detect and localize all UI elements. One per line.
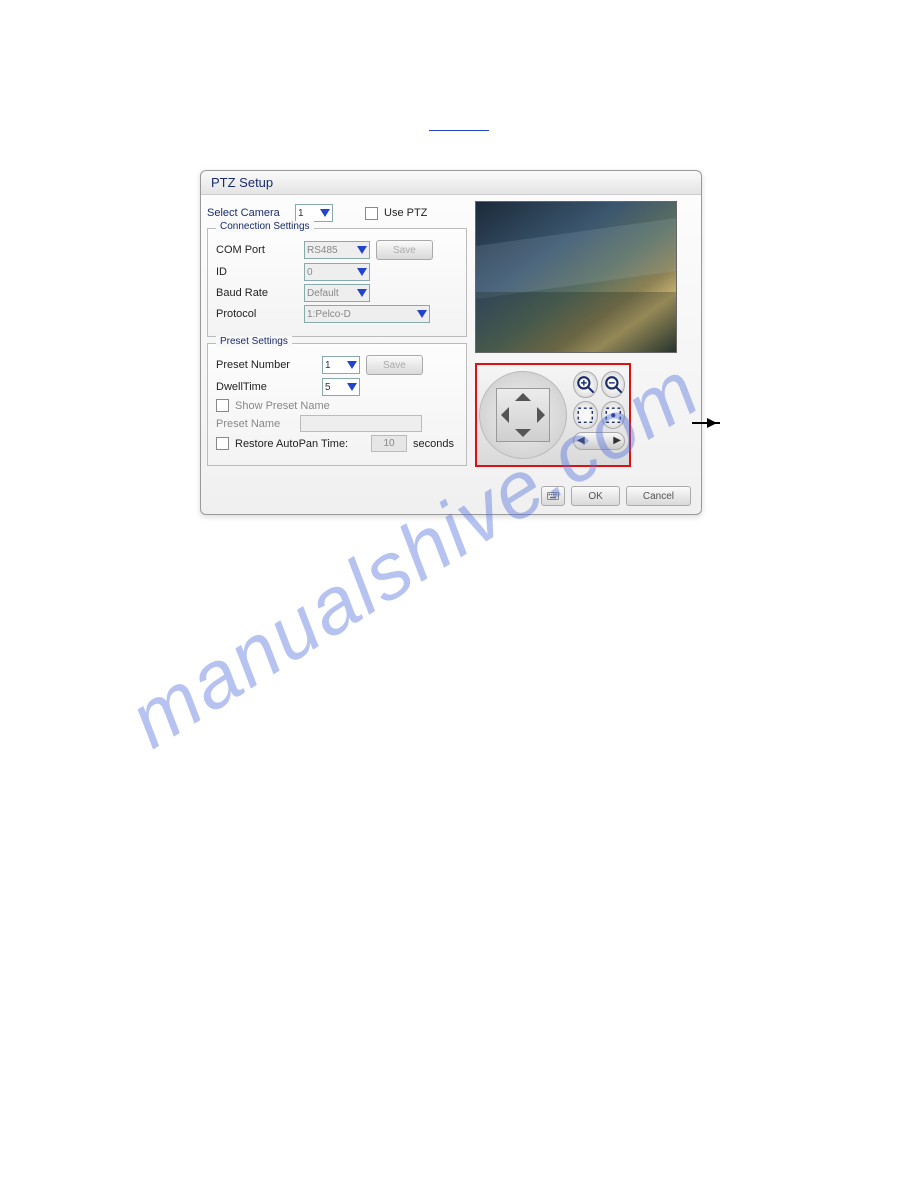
ptz-right-button[interactable] [537,407,545,423]
speed-slider[interactable]: ◀ ▶ [573,432,625,450]
ptz-dpad [479,371,567,459]
cancel-button[interactable]: Cancel [626,486,691,506]
chevron-down-icon [357,289,367,297]
focus-far-button[interactable] [601,401,626,428]
baud-rate-label: Baud Rate [216,287,298,299]
baud-rate-dropdown[interactable]: Default [304,284,370,302]
focus-near-button[interactable] [573,401,598,428]
restore-autopan-label: Restore AutoPan Time: [235,438,365,450]
ptz-control-panel: ◀ ▶ [475,363,631,467]
dialog-footer: OK Cancel [201,478,701,514]
chevron-down-icon [357,268,367,276]
dwell-time-dropdown[interactable]: 5 [322,378,360,396]
camera-preview [475,201,677,353]
preset-number-dropdown[interactable]: 1 [322,356,360,374]
zoom-in-button[interactable] [573,371,598,398]
zoom-out-button[interactable] [601,371,626,398]
focus-near-icon [574,404,597,427]
preset-save-button[interactable]: Save [366,355,423,375]
ptz-up-button[interactable] [515,393,531,401]
restore-autopan-value[interactable]: 10 [371,435,407,452]
com-port-dropdown[interactable]: RS485 [304,241,370,259]
connection-settings-group: Connection Settings COM Port RS485 Save … [207,228,467,337]
slider-right-icon: ▶ [613,435,621,446]
com-port-label: COM Port [216,244,298,256]
show-preset-name-label: Show Preset Name [235,400,330,412]
chevron-down-icon [320,209,330,217]
ptz-setup-dialog: PTZ Setup Select Camera 1 Use PTZ Connec… [200,170,702,515]
chevron-down-icon [417,310,427,318]
select-camera-label: Select Camera [207,207,289,219]
ok-button[interactable]: OK [571,486,619,506]
dwell-time-label: DwellTime [216,381,316,393]
zoom-out-icon [602,373,625,396]
select-camera-dropdown[interactable]: 1 [295,204,333,222]
id-dropdown[interactable]: 0 [304,263,370,281]
callout-arrow [692,422,720,424]
zoom-in-icon [574,373,597,396]
use-ptz-label: Use PTZ [384,207,427,219]
chevron-down-icon [347,383,357,391]
connection-legend: Connection Settings [216,221,314,232]
ptz-left-button[interactable] [501,407,509,423]
protocol-dropdown[interactable]: 1:Pelco-D [304,305,430,323]
keyboard-icon [547,490,559,502]
chevron-down-icon [357,246,367,254]
restore-autopan-unit: seconds [413,438,454,450]
preset-settings-group: Preset Settings Preset Number 1 Save Dwe… [207,343,467,466]
dialog-title: PTZ Setup [201,171,701,195]
slider-left-icon: ◀ [577,435,585,446]
ptz-down-button[interactable] [515,429,531,437]
show-preset-name-checkbox[interactable] [216,399,229,412]
preset-legend: Preset Settings [216,336,292,347]
focus-far-icon [602,404,625,427]
chevron-down-icon [347,361,357,369]
preset-name-input[interactable] [300,415,422,432]
header-underline [429,130,489,131]
use-ptz-checkbox[interactable] [365,207,378,220]
preset-number-label: Preset Number [216,359,316,371]
keyboard-button[interactable] [541,486,565,506]
connection-save-button[interactable]: Save [376,240,433,260]
protocol-label: Protocol [216,308,298,320]
preset-name-label: Preset Name [216,418,294,430]
id-label: ID [216,266,298,278]
restore-autopan-checkbox[interactable] [216,437,229,450]
